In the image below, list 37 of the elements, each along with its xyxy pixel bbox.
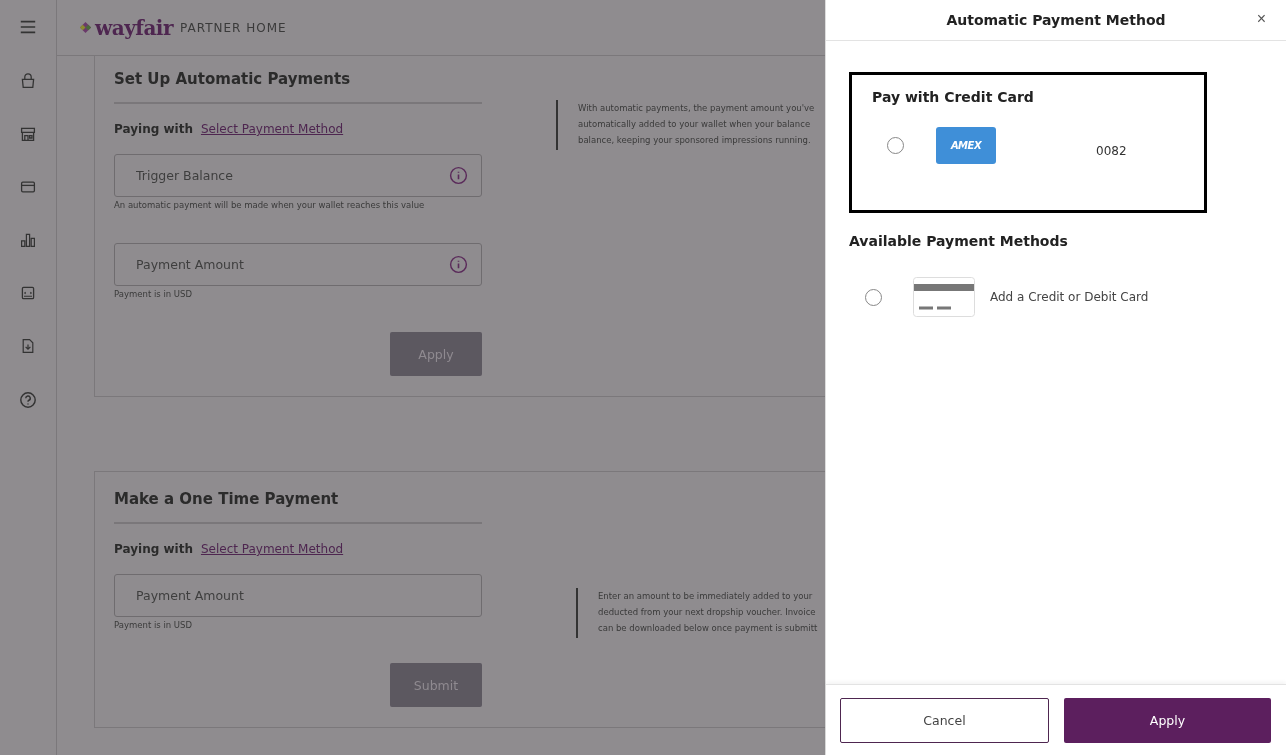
card-last-digits: 0082 — [1096, 143, 1127, 158]
menu-icon[interactable] — [19, 18, 37, 36]
logo-text: wayfair — [95, 15, 173, 40]
paying-label: Paying with — [114, 122, 193, 136]
amex-card-logo: AMEX — [936, 127, 996, 164]
logo-icon — [79, 21, 92, 34]
info-icon[interactable] — [449, 255, 468, 274]
bag-icon[interactable] — [20, 73, 36, 89]
close-button[interactable]: × — [1252, 10, 1270, 28]
input-field[interactable]: Trigger Balance — [114, 154, 482, 197]
drawer-title: Automatic Payment Method — [946, 12, 1166, 28]
product-name: PARTNER HOME — [180, 20, 287, 35]
field-hint: Payment is in USD — [114, 620, 194, 630]
id-card-icon[interactable] — [20, 285, 36, 301]
option-label: Add a Credit or Debit Card — [990, 290, 1149, 304]
input-field[interactable]: Payment Amount — [114, 574, 482, 617]
file-download-icon[interactable] — [20, 338, 36, 354]
section-title: Set Up Automatic Payments — [114, 70, 482, 104]
store-icon[interactable] — [20, 126, 36, 142]
saved-heading: Pay with Credit Card — [872, 89, 1035, 105]
select-method-link[interactable]: Select Payment Method — [200, 122, 344, 136]
bar-chart-icon[interactable] — [20, 232, 36, 248]
credit-card-icon — [913, 277, 975, 317]
input-field[interactable]: Payment Amount — [114, 243, 482, 286]
available-heading: Available Payment Methods — [849, 233, 1069, 249]
field-hint: Payment is in USD — [114, 289, 194, 299]
help-icon[interactable] — [19, 391, 37, 409]
select-method-link[interactable]: Select Payment Method — [200, 542, 344, 556]
apply-button[interactable]: Apply — [1064, 697, 1271, 743]
paying-label: Paying with — [114, 542, 193, 556]
cancel-button[interactable]: Cancel — [840, 697, 1049, 743]
section-title: Make a One Time Payment — [114, 490, 482, 524]
credit-card-icon[interactable] — [20, 179, 36, 195]
field-hint: An automatic payment will be made when your wallet reaches this value — [114, 200, 426, 210]
info-note: With automatic payments, the payment amount you've automatically added to your wallet when your balance balance, keeping your sponsored impressions running. — [578, 102, 815, 147]
info-icon[interactable] — [449, 166, 468, 185]
info-note: Enter an amount to be immediately added to your deducted from your next dropship voucher. Invoice can be downloaded below once payment is submitt — [598, 590, 818, 635]
